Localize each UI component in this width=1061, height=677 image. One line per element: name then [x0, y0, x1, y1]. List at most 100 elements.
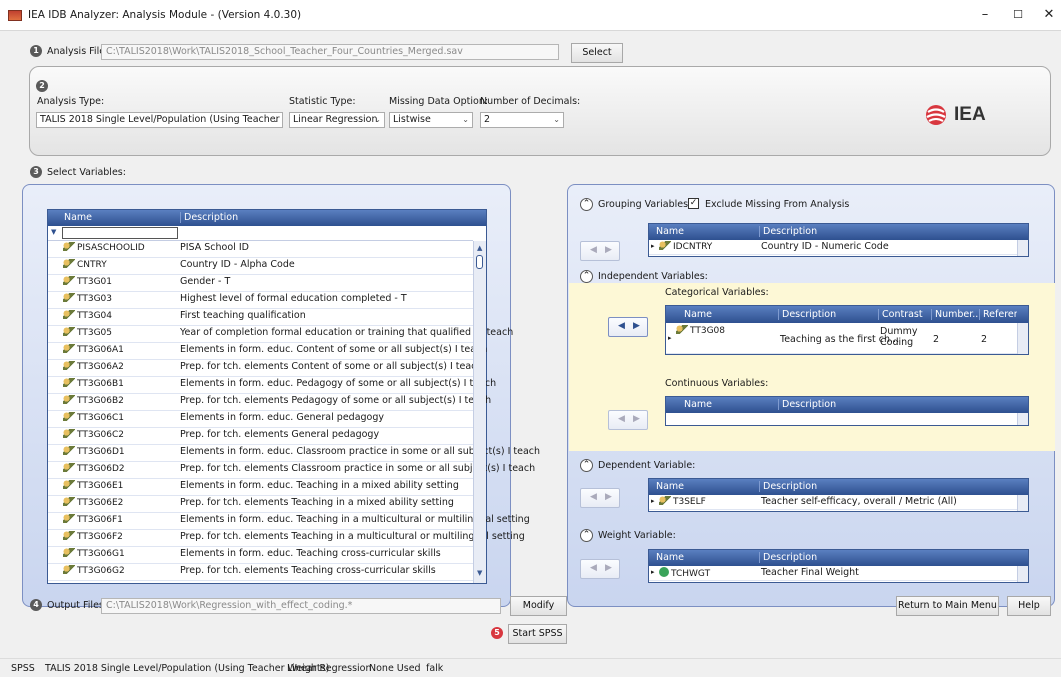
variables-scrollbar[interactable]: ▲ ▼ — [473, 241, 486, 583]
missing-data-select[interactable]: Listwise ⌄ — [389, 112, 473, 128]
variable-row[interactable]: TT3G03 Highest level of formal education … — [48, 292, 473, 309]
categorical-row[interactable]: ▸ TT3G08 Teaching as the first ch... Dum… — [666, 323, 1017, 354]
categorical-var-contrast: Dummy Coding — [880, 326, 918, 348]
arrow-left-icon[interactable]: ◀ — [590, 492, 597, 502]
column-header-name[interactable]: Name — [656, 552, 684, 563]
column-header-name[interactable]: Name — [656, 481, 684, 492]
close-button[interactable]: ✕ — [1040, 7, 1058, 23]
step-2-badge: 2 — [36, 80, 48, 92]
variable-row[interactable]: TT3G05 Year of completion formal educatio… — [48, 326, 513, 343]
variable-row[interactable]: PISASCHOOLID PISA School ID — [48, 241, 473, 258]
variable-row[interactable]: TT3G06G2 Prep. for tch. elements Teaching… — [48, 564, 473, 581]
categorical-move-buttons[interactable]: ◀ ▶ — [608, 317, 648, 337]
statistic-type-select[interactable]: Linear Regression ⌄ — [289, 112, 385, 128]
column-header-description[interactable]: Description — [759, 481, 817, 492]
column-header-name[interactable]: Name — [684, 399, 712, 410]
arrow-left-icon[interactable]: ◀ — [618, 321, 625, 331]
start-spss-button[interactable]: Start SPSS — [508, 624, 567, 644]
dependent-scrollbar[interactable] — [1017, 495, 1028, 511]
variable-row[interactable]: TT3G06A2 Prep. for tch. elements Content … — [48, 360, 482, 377]
grouping-row[interactable]: ▸ IDCNTRY Country ID - Numeric Code — [649, 240, 1017, 255]
weight-move-buttons[interactable]: ◀ ▶ — [580, 559, 620, 579]
column-header-name[interactable]: Name — [656, 226, 684, 237]
arrow-left-icon[interactable]: ◀ — [618, 414, 625, 424]
variable-row[interactable]: TT3G06F1 Elements in form. educ. Teaching… — [48, 513, 530, 530]
column-header-description[interactable]: Description — [759, 552, 817, 563]
dependent-variable-label: Dependent Variable: — [598, 460, 696, 471]
analysis-file-label: Analysis File: — [47, 46, 109, 57]
analysis-file-field[interactable]: C:\TALIS2018\Work\TALIS2018_School_Teach… — [101, 44, 559, 60]
dependent-row[interactable]: ▸ T3SELF Teacher self-efficacy, overall … — [649, 495, 1017, 510]
scroll-up-icon[interactable]: ▲ — [477, 244, 482, 252]
categorical-variables-label: Categorical Variables: — [665, 287, 769, 298]
grouping-move-buttons[interactable]: ◀ ▶ — [580, 241, 620, 261]
column-header-description[interactable]: Description — [759, 226, 817, 237]
variable-row[interactable]: CNTRY Country ID - Alpha Code — [48, 258, 473, 275]
minimize-button[interactable]: – — [976, 7, 994, 23]
decimals-select[interactable]: 2 ⌄ — [480, 112, 564, 128]
continuous-scrollbar[interactable] — [1017, 413, 1028, 425]
variable-row[interactable]: TT3G06E1 Elements in form. educ. Teaching… — [48, 479, 473, 496]
variable-icon — [63, 497, 75, 506]
weight-scrollbar[interactable] — [1017, 566, 1028, 582]
modify-button[interactable]: Modify — [510, 596, 567, 616]
weight-row[interactable]: ▸ TCHWGT Teacher Final Weight — [649, 566, 1017, 581]
column-header-name[interactable]: Name — [684, 309, 712, 320]
column-header-reference[interactable]: Referen... — [979, 309, 1017, 320]
arrow-right-icon[interactable]: ▶ — [633, 321, 640, 331]
variable-row[interactable]: TT3G06A1 Elements in form. educ. Content … — [48, 343, 487, 360]
arrow-right-icon[interactable]: ▶ — [633, 414, 640, 424]
variable-icon — [63, 259, 75, 268]
categorical-scrollbar[interactable] — [1017, 323, 1028, 354]
variables-grid-header: Name Description — [48, 210, 486, 226]
scroll-down-icon[interactable]: ▼ — [477, 569, 482, 577]
select-file-button[interactable]: Select — [571, 43, 623, 63]
scroll-thumb[interactable] — [476, 255, 483, 269]
variable-name: TT3G06A1 — [63, 344, 124, 355]
grouping-scrollbar[interactable] — [1017, 240, 1028, 256]
continuous-move-buttons[interactable]: ◀ ▶ — [608, 410, 648, 430]
column-header-contrast[interactable]: Contrast — [878, 309, 923, 320]
dependent-move-buttons[interactable]: ◀ ▶ — [580, 488, 620, 508]
weight-variable-label: Weight Variable: — [598, 530, 676, 541]
analysis-type-select[interactable]: TALIS 2018 Single Level/Population (Usin… — [36, 112, 283, 128]
variable-row[interactable]: TT3G06B2 Prep. for tch. elements Pedagogy… — [48, 394, 491, 411]
variable-row[interactable]: TT3G06C1 Elements in form. educ. General … — [48, 411, 473, 428]
help-button[interactable]: Help — [1007, 596, 1051, 616]
row-indicator-icon: ▸ — [651, 497, 655, 505]
variable-row[interactable]: TT3G06C2 Prep. for tch. elements General … — [48, 428, 473, 445]
arrow-right-icon[interactable]: ▶ — [605, 492, 612, 502]
step-3-badge: 3 — [30, 166, 42, 178]
variable-name-text: TT3G06B2 — [77, 396, 124, 406]
column-header-description[interactable]: Description — [778, 309, 836, 320]
variable-row[interactable]: TT3G01 Gender - T — [48, 275, 473, 292]
variable-row[interactable]: TT3G06G1 Elements in form. educ. Teaching… — [48, 547, 473, 564]
collapse-dependent-icon[interactable]: ⌃ — [580, 459, 593, 472]
variable-row[interactable]: TT3G06E2 Prep. for tch. elements Teaching… — [48, 496, 473, 513]
variable-row[interactable]: TT3G06B1 Elements in form. educ. Pedagogy… — [48, 377, 496, 394]
analysis-options-group: 2 Analysis Type: TALIS 2018 Single Level… — [29, 66, 1051, 156]
variable-row[interactable]: TT3G06D1 Elements in form. educ. Classroo… — [48, 445, 540, 462]
arrow-right-icon[interactable]: ▶ — [605, 245, 612, 255]
arrow-left-icon[interactable]: ◀ — [590, 245, 597, 255]
grouping-grid: Name Description ▸ IDCNTRY Country ID - N… — [648, 223, 1029, 257]
column-header-name[interactable]: Name — [64, 212, 92, 223]
variable-description: Elements in form. educ. Classroom practi… — [180, 446, 541, 457]
variable-row[interactable]: TT3G06D2 Prep. for tch. elements Classroo… — [48, 462, 535, 479]
status-bar: SPSS TALIS 2018 Single Level/Population … — [0, 658, 1061, 677]
output-files-field[interactable]: C:\TALIS2018\Work\Regression_with_effect… — [101, 598, 501, 614]
column-header-description[interactable]: Description — [778, 399, 836, 410]
return-to-main-menu-button[interactable]: Return to Main Menu — [896, 596, 999, 616]
variable-row[interactable]: TT3G04 First teaching qualification — [48, 309, 473, 326]
variable-row[interactable]: TT3G06F2 Prep. for tch. elements Teaching… — [48, 530, 525, 547]
arrow-right-icon[interactable]: ▶ — [605, 563, 612, 573]
name-filter-input[interactable] — [62, 227, 178, 239]
collapse-grouping-icon[interactable]: ⌃ — [580, 198, 593, 211]
arrow-left-icon[interactable]: ◀ — [590, 563, 597, 573]
maximize-button[interactable]: ☐ — [1009, 7, 1027, 23]
column-header-description[interactable]: Description — [180, 212, 238, 223]
exclude-missing-checkbox[interactable]: ✓ — [688, 198, 699, 209]
collapse-independent-icon[interactable]: ⌃ — [580, 270, 593, 283]
column-header-number[interactable]: Number... — [931, 309, 979, 320]
collapse-weight-icon[interactable]: ⌃ — [580, 529, 593, 542]
